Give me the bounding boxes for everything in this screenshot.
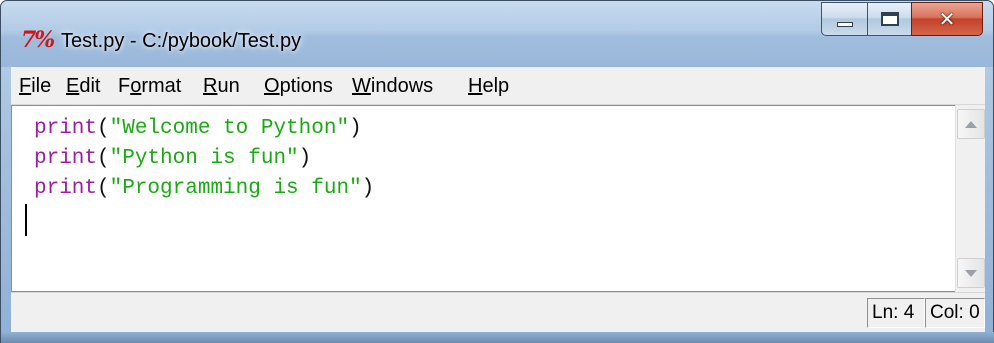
menu-edit-label: dit <box>79 75 101 97</box>
tk-feather-icon[interactable]: 7% <box>21 29 59 51</box>
line-indicator: Ln: 4 <box>867 298 925 328</box>
menu-file-label: ile <box>31 75 52 97</box>
close-button[interactable]: ✕ <box>911 2 983 36</box>
menu-help-label: elp <box>482 75 510 97</box>
menu-windows-mnemonic: W <box>352 75 371 97</box>
column-indicator: Col: 0 <box>925 298 985 328</box>
string-token: "Programming is fun" <box>109 177 362 200</box>
keyword-token: print <box>34 177 98 200</box>
menu-run-label: un <box>217 75 240 97</box>
window-controls: ✕ <box>821 2 983 36</box>
minimize-icon <box>836 21 853 27</box>
menu-windows-label: indows <box>370 75 434 97</box>
menu-format-prefix: F <box>118 75 131 97</box>
maximize-icon <box>880 12 899 26</box>
menu-bar: File Edit Format Run Options Windows Hel… <box>11 67 985 105</box>
paren-token: ( <box>97 117 110 140</box>
paren-token: ) <box>349 117 362 140</box>
arrow-up-icon <box>965 120 977 128</box>
menu-help-mnemonic: H <box>468 75 483 97</box>
code-line-1[interactable]: print("Welcome to Python") <box>34 114 362 144</box>
close-icon: ✕ <box>938 7 956 31</box>
arrow-down-icon <box>965 269 977 277</box>
menu-run[interactable]: Run <box>203 73 240 99</box>
window-title: Test.py - C:/pybook/Test.py <box>61 30 302 52</box>
string-token: "Welcome to Python" <box>109 117 350 140</box>
menu-options-mnemonic: O <box>264 75 280 97</box>
paren-token: ( <box>97 147 110 170</box>
menu-run-mnemonic: R <box>203 75 218 97</box>
menu-edit[interactable]: Edit <box>66 73 100 99</box>
paren-token: ) <box>361 177 375 200</box>
window-bottom-frame <box>1 332 994 343</box>
menu-file[interactable]: File <box>19 73 51 99</box>
keyword-token: print <box>34 147 98 170</box>
maximize-button[interactable] <box>867 2 911 36</box>
scroll-up-button[interactable] <box>957 109 985 139</box>
minimize-button[interactable] <box>821 2 867 36</box>
scroll-down-button[interactable] <box>957 258 985 288</box>
code-editor[interactable]: print("Welcome to Python") print("Python… <box>11 105 985 292</box>
menu-file-mnemonic: F <box>19 75 32 97</box>
code-line-2[interactable]: print("Python is fun") <box>34 144 311 174</box>
status-bar: Ln: 4 Col: 0 <box>11 292 985 332</box>
menu-options[interactable]: Options <box>264 73 333 99</box>
string-token: "Python is fun" <box>109 147 299 170</box>
menu-format[interactable]: Format <box>118 73 181 99</box>
paren-token: ) <box>298 147 312 170</box>
menu-options-label: ptions <box>279 75 333 97</box>
keyword-token: print <box>34 117 98 140</box>
menu-windows[interactable]: Windows <box>352 73 433 99</box>
vertical-scrollbar[interactable] <box>955 105 985 292</box>
menu-help[interactable]: Help <box>468 73 509 99</box>
menu-edit-mnemonic: E <box>66 75 80 97</box>
menu-format-label: rmat <box>141 75 182 97</box>
idle-editor-window: 7% Test.py - C:/pybook/Test.py ✕ File Ed… <box>0 0 994 343</box>
text-cursor <box>25 204 27 236</box>
code-line-3[interactable]: print("Programming is fun") <box>34 174 374 204</box>
menu-format-mnemonic: o <box>130 75 142 97</box>
title-bar[interactable]: 7% Test.py - C:/pybook/Test.py ✕ <box>1 1 993 67</box>
paren-token: ( <box>97 177 110 200</box>
